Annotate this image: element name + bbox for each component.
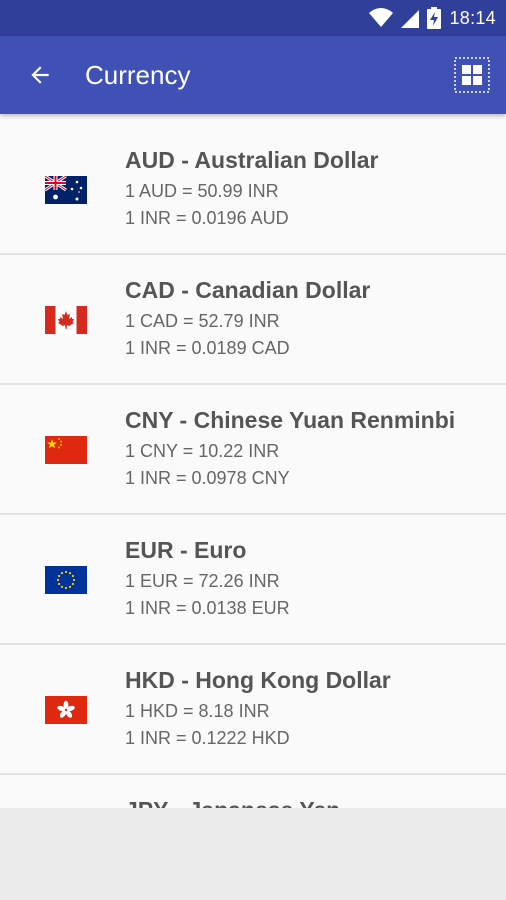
currency-name: JPY - Japanese Yen (125, 797, 340, 808)
grid-view-icon (454, 57, 490, 93)
flag-australia-icon (45, 176, 87, 204)
currency-row-hkd[interactable]: HKD - Hong Kong Dollar 1 HKD = 8.18 INR … (0, 645, 506, 775)
currency-row-cad[interactable]: CAD - Canadian Dollar 1 CAD = 52.79 INR … (0, 255, 506, 385)
flag-eu-icon (45, 566, 87, 594)
currency-rate: 1 HKD = 8.18 INR (125, 701, 270, 721)
currency-inverse-rate: 1 INR = 0.0978 CNY (125, 468, 290, 488)
currency-rate: 1 CAD = 52.79 INR (125, 311, 280, 331)
currency-inverse-rate: 1 INR = 0.0138 EUR (125, 598, 290, 618)
currency-name: HKD - Hong Kong Dollar (125, 667, 391, 693)
currency-row-cny[interactable]: CNY - Chinese Yuan Renminbi 1 CNY = 10.2… (0, 385, 506, 515)
flag-hong-kong-icon (45, 696, 87, 724)
page-title: Currency (85, 59, 191, 90)
currency-rate: 1 CNY = 10.22 INR (125, 441, 280, 461)
currency-row-jpy[interactable]: JPY - Japanese Yen (0, 775, 506, 808)
flag-canada-icon (45, 306, 87, 334)
currency-name: AUD - Australian Dollar (125, 147, 379, 173)
status-bar: 18:14 (0, 0, 506, 36)
bottom-area (0, 808, 506, 900)
wifi-icon (369, 8, 394, 27)
currency-inverse-rate: 1 INR = 0.1222 HKD (125, 728, 290, 748)
currency-name: CAD - Canadian Dollar (125, 277, 371, 303)
currency-name: CNY - Chinese Yuan Renminbi (125, 407, 456, 433)
cell-signal-icon (401, 10, 420, 28)
currency-inverse-rate: 1 INR = 0.0189 CAD (125, 338, 290, 358)
currency-name: EUR - Euro (125, 537, 247, 563)
flag-china-icon (45, 436, 87, 464)
arrow-back-icon (31, 66, 49, 84)
currency-row-aud[interactable]: AUD - Australian Dollar 1 AUD = 50.99 IN… (0, 125, 506, 255)
app-bar: Currency (0, 36, 506, 114)
currency-rate: 1 AUD = 50.99 INR (125, 181, 279, 201)
back-button[interactable] (12, 47, 68, 103)
grid-view-button[interactable] (450, 53, 494, 97)
battery-charging-icon (427, 7, 442, 29)
currency-rate: 1 EUR = 72.26 INR (125, 571, 280, 591)
status-time: 18:14 (449, 7, 496, 28)
currency-row-eur[interactable]: EUR - Euro 1 EUR = 72.26 INR 1 INR = 0.0… (0, 515, 506, 645)
currency-inverse-rate: 1 INR = 0.0196 AUD (125, 208, 289, 228)
currency-list[interactable]: AUD - Australian Dollar 1 AUD = 50.99 IN… (0, 114, 506, 808)
